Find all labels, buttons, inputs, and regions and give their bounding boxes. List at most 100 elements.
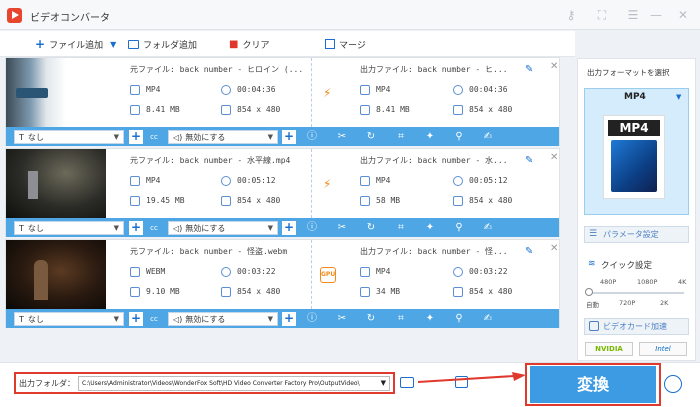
effects-icon[interactable]: ✦ (424, 222, 436, 234)
action-bar: T なし ▼ + cc ◁) 無効にする ▼ + ⓘ ✂ ↻ ⌗ ✦ ⚲ ✍ (6, 309, 559, 328)
add-file-button[interactable]: + ファイル追加 ▼ (35, 37, 116, 51)
text-icon: T (19, 223, 24, 233)
info-icon[interactable]: ⓘ (306, 222, 318, 234)
edit-icon[interactable]: ✎ (525, 155, 533, 166)
output-folder-select[interactable]: C:\Users\Administrator\Videos\WonderFox … (78, 376, 390, 391)
rotate-icon[interactable]: ↻ (365, 131, 377, 143)
quality-auto[interactable]: 自動 (586, 299, 599, 309)
resolution-icon (221, 105, 231, 115)
file-row-1[interactable]: 元ファイル: back number - ヒロイン (... MP4 00:04… (5, 57, 560, 146)
gpu-acceleration-button[interactable]: ビデオカード加速 (584, 318, 689, 335)
text-icon: T (19, 132, 24, 142)
file-size-icon (130, 287, 140, 297)
scissors-icon[interactable]: ✂ (336, 222, 348, 234)
add-subtitle-button[interactable]: + (129, 130, 143, 144)
audio-select[interactable]: ◁) 無効にする ▼ (168, 130, 278, 144)
output-size: 34 MB (376, 287, 401, 296)
watermark-icon[interactable]: ⚲ (453, 222, 465, 234)
key-icon[interactable]: ⚷ (563, 7, 579, 23)
clock-icon (221, 267, 231, 277)
rotate-icon[interactable]: ↻ (365, 313, 377, 325)
quality-720p[interactable]: 720P (619, 299, 635, 307)
add-audio-button[interactable]: + (282, 130, 296, 144)
film-art-icon (611, 140, 657, 192)
red-arrow-annotation (418, 372, 526, 383)
convert-button[interactable]: 変換 (530, 366, 656, 403)
close-icon[interactable]: ✕ (550, 61, 558, 72)
quality-480p[interactable]: 480P (600, 278, 616, 286)
add-folder-button[interactable]: フォルダ追加 (128, 37, 197, 51)
file-row-2[interactable]: 元ファイル: back number - 水平線.mp4 MP4 00:05:1… (5, 148, 560, 237)
scissors-icon[interactable]: ✂ (336, 313, 348, 325)
output-size: 8.41 MB (376, 105, 410, 114)
add-subtitle-button[interactable]: + (129, 221, 143, 235)
slider-knob[interactable] (585, 288, 593, 296)
merge-button[interactable]: マージ (325, 37, 366, 51)
info-icon[interactable]: ⓘ (306, 131, 318, 143)
subtitle-value: なし (27, 223, 44, 233)
cart-icon[interactable]: ⛶ (594, 7, 610, 23)
speaker-icon: ◁) (173, 314, 183, 324)
add-audio-button[interactable]: + (282, 312, 296, 326)
audio-select[interactable]: ◁) 無効にする ▼ (168, 221, 278, 235)
cc-icon[interactable]: cc (148, 131, 160, 143)
edit-icon[interactable]: ✎ (525, 246, 533, 257)
speaker-icon: ◁) (173, 132, 183, 142)
clear-button[interactable]: ■ クリア (229, 37, 269, 51)
format-icon (360, 176, 370, 186)
trash-icon: ■ (229, 38, 239, 50)
subtitle-value: なし (27, 314, 44, 324)
chevron-down-icon: ▼ (113, 133, 119, 141)
info-icon[interactable]: ⓘ (306, 313, 318, 325)
menu-icon[interactable]: ☰ (625, 7, 641, 23)
subtitle-select[interactable]: T なし ▼ (14, 130, 124, 144)
clock-icon (453, 176, 463, 186)
source-duration: 00:04:36 (237, 85, 276, 94)
output-size: 58 MB (376, 196, 401, 205)
wave-icon: ≋ (588, 259, 596, 269)
source-format: MP4 (146, 176, 161, 185)
quality-2k[interactable]: 2K (660, 299, 668, 307)
minimize-icon[interactable]: — (648, 7, 664, 23)
edit-icon[interactable]: ✎ (525, 64, 533, 75)
watermark-icon[interactable]: ⚲ (453, 313, 465, 325)
watermark-icon[interactable]: ⚲ (453, 131, 465, 143)
subtitle-edit-icon[interactable]: ✍ (482, 313, 494, 325)
add-audio-button[interactable]: + (282, 221, 296, 235)
crop-icon[interactable]: ⌗ (395, 222, 407, 234)
effects-icon[interactable]: ✦ (424, 131, 436, 143)
subtitle-edit-icon[interactable]: ✍ (482, 131, 494, 143)
quality-1080p[interactable]: 1080P (637, 278, 657, 286)
effects-icon[interactable]: ✦ (424, 313, 436, 325)
quality-4k[interactable]: 4K (678, 278, 686, 286)
cc-icon[interactable]: cc (148, 222, 160, 234)
subtitle-select[interactable]: T なし ▼ (14, 221, 124, 235)
chevron-down-icon[interactable]: ▼ (110, 40, 116, 49)
source-format: MP4 (146, 85, 161, 94)
app-logo-icon (7, 8, 22, 23)
audio-select[interactable]: ◁) 無効にする ▼ (168, 312, 278, 326)
close-icon[interactable]: ✕ (675, 7, 691, 23)
output-format: MP4 (376, 267, 391, 276)
quality-slider[interactable] (588, 292, 684, 294)
close-icon[interactable]: ✕ (550, 243, 558, 254)
subtitle-edit-icon[interactable]: ✍ (482, 222, 494, 234)
plus-icon: + (35, 37, 46, 51)
crop-icon[interactable]: ⌗ (395, 313, 407, 325)
crop-icon[interactable]: ⌗ (395, 131, 407, 143)
file-row-3[interactable]: 元ファイル: back number - 怪盗.webm WEBM 00:03:… (5, 239, 560, 328)
action-bar: T なし ▼ + cc ◁) 無効にする ▼ + ⓘ ✂ ↻ ⌗ ✦ ⚲ ✍ (6, 218, 559, 237)
folder-icon[interactable] (400, 377, 414, 388)
rotate-icon[interactable]: ↻ (365, 222, 377, 234)
intel-logo: Intel (639, 342, 687, 356)
close-icon[interactable]: ✕ (550, 152, 558, 163)
cc-icon[interactable]: cc (148, 313, 160, 325)
scissors-icon[interactable]: ✂ (336, 131, 348, 143)
output-resolution: 854 x 480 (469, 105, 513, 114)
add-subtitle-button[interactable]: + (129, 312, 143, 326)
chevron-down-icon[interactable]: ▼ (676, 93, 681, 101)
subtitle-select[interactable]: T なし ▼ (14, 312, 124, 326)
alarm-clock-icon[interactable] (664, 375, 682, 393)
clear-label: クリア (242, 40, 270, 51)
parameter-settings-button[interactable]: パラメータ設定 (584, 226, 689, 243)
